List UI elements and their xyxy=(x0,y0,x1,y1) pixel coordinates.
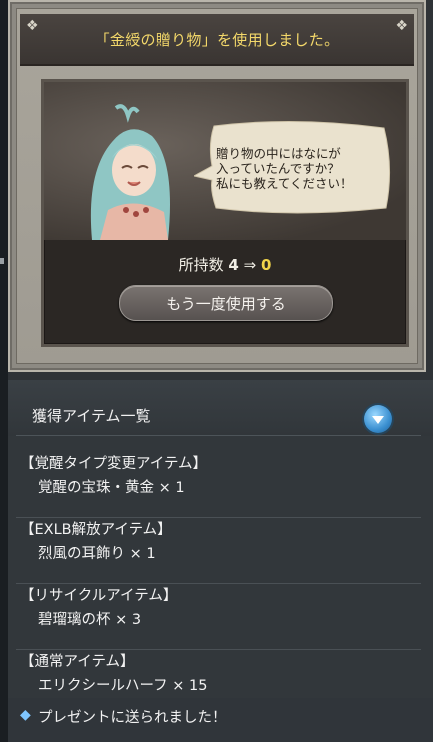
item-category: 【EXLB解放アイテム】 xyxy=(20,522,172,538)
list-header: 獲得アイテム一覧 xyxy=(8,380,433,436)
acquired-items-list: 獲得アイテム一覧 【覚醒タイプ変更アイテム】 覚醒の宝珠・黄金 × 1 【EXL… xyxy=(8,380,433,742)
list-item: 【リサイクルアイテム】 碧瑠璃の杯 × 3 xyxy=(8,584,433,650)
left-edge xyxy=(0,0,8,742)
dialog-title-bar: ❖ 「金綬の贈り物」を使用しました。 ❖ xyxy=(20,14,414,66)
list-title: 獲得アイテム一覧 xyxy=(32,407,151,425)
speech-line: 私にも教えてください！ xyxy=(216,176,353,191)
message-panel: 贈り物の中にはなにが 入っていたんですか？ 私にも教えてください！ 所持数 4 … xyxy=(41,79,409,347)
item-category: 【リサイクルアイテム】 xyxy=(20,588,178,604)
result-dialog: ❖ 「金綬の贈り物」を使用しました。 ❖ 贈り物の中にはなにが 入っていたんです… xyxy=(8,0,426,372)
speech-text: 贈り物の中にはなにが 入っていたんですか？ 私にも教えてください！ xyxy=(216,146,388,191)
list-item: 【EXLB解放アイテム】 烈風の耳飾り × 1 xyxy=(8,518,433,584)
use-again-button[interactable]: もう一度使用する xyxy=(119,285,333,321)
present-notice-text: プレゼントに送られました！ xyxy=(38,710,227,726)
count-old: 4 xyxy=(228,256,239,274)
item-name: エリクシールハーフ × 15 xyxy=(38,678,208,694)
item-category: 【覚醒タイプ変更アイテム】 xyxy=(20,456,208,472)
edge-marker xyxy=(0,258,4,264)
item-count: 所持数 4 ⇒ 0 xyxy=(44,254,406,275)
item-name: 覚醒の宝珠・黄金 × 1 xyxy=(38,480,185,496)
speech-line: 入っていたんですか？ xyxy=(216,161,340,176)
diamond-icon: ◆ xyxy=(20,707,31,723)
count-label: 所持数 xyxy=(178,256,224,274)
ornament-icon: ❖ xyxy=(26,18,39,34)
item-category: 【通常アイテム】 xyxy=(20,654,135,670)
dialog-title: 「金綬の贈り物」を使用しました。 xyxy=(94,30,340,49)
count-new: 0 xyxy=(260,256,272,274)
speech-line: 贈り物の中にはなにが xyxy=(216,146,341,161)
list-item: 【覚醒タイプ変更アイテム】 覚醒の宝珠・黄金 × 1 xyxy=(8,452,433,518)
collapse-toggle-button[interactable] xyxy=(364,405,392,433)
dialog-frame: ❖ 「金綬の贈り物」を使用しました。 ❖ 贈り物の中にはなにが 入っていたんです… xyxy=(16,8,418,364)
divider xyxy=(16,435,421,436)
present-notice: ◆ プレゼントに送られました！ xyxy=(8,698,433,742)
ornament-icon: ❖ xyxy=(395,18,408,34)
character-portrait xyxy=(90,104,170,240)
item-name: 碧瑠璃の杯 × 3 xyxy=(38,612,142,628)
item-name: 烈風の耳飾り × 1 xyxy=(38,546,156,562)
arrow-icon: ⇒ xyxy=(243,256,257,274)
